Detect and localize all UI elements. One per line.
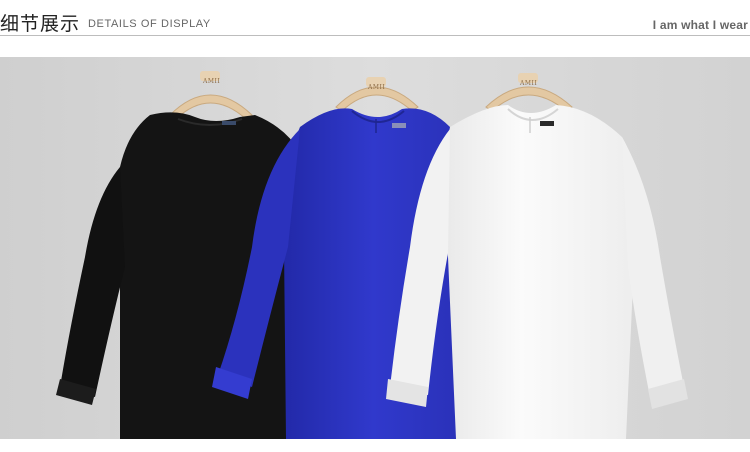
hanger-brand-middle: AMII: [367, 84, 385, 91]
garments-illustration: AMII AMII AMII: [0, 57, 750, 439]
header-divider: [0, 35, 750, 36]
section-header: 细节展示 DETAILS OF DISPLAY I am what I wear: [0, 0, 750, 38]
section-title-chinese: 细节展示: [0, 13, 81, 35]
product-detail-photo: AMII AMII AMII: [0, 57, 750, 439]
hanger-brand-left: AMII: [202, 78, 220, 85]
section-title-english: DETAILS OF DISPLAY: [88, 18, 211, 30]
brand-slogan: I am what I wear: [652, 18, 748, 32]
hanger-brand-right: AMII: [519, 80, 537, 87]
